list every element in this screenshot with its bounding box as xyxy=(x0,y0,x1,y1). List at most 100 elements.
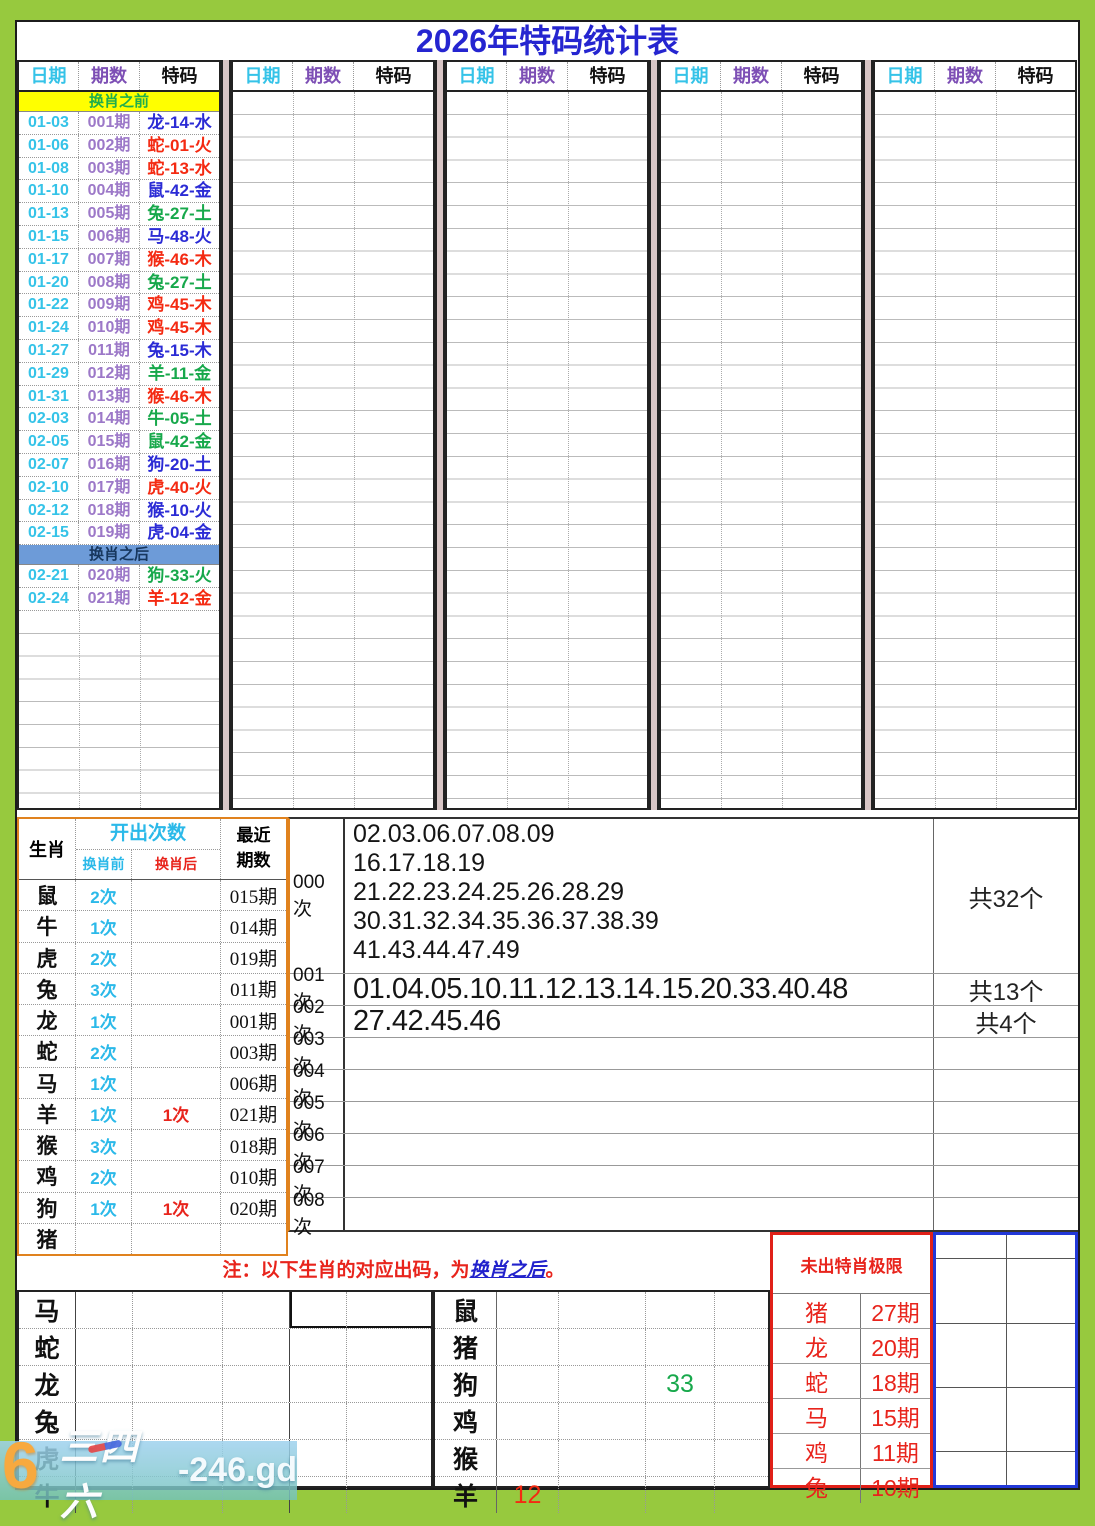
recent-period: 020期 xyxy=(221,1193,286,1223)
count-before: 1次 xyxy=(76,1005,132,1035)
code-cell: 12 xyxy=(497,1477,559,1513)
zodiac-label: 狗 xyxy=(435,1366,497,1402)
zodiac-label: 牛 xyxy=(19,911,76,941)
result-row: 01-29 012期 羊-11-金 xyxy=(19,363,219,386)
group-header: 日期 期数 特码 xyxy=(447,62,647,92)
zodiac-label: 羊 xyxy=(19,1099,76,1129)
frequency-row: 003次 xyxy=(290,1038,1078,1070)
result-code: 羊-11-金 xyxy=(140,363,219,385)
frequency-row: 007次 xyxy=(290,1166,1078,1198)
code-cell xyxy=(497,1292,559,1328)
code-cell xyxy=(559,1329,646,1365)
result-code: 兔-15-木 xyxy=(140,340,219,362)
watermark-246gd: 6 三四六 -246.gd xyxy=(0,1441,297,1500)
results-group-3: 日期 期数 特码 xyxy=(445,60,649,810)
empty-blue-grid-box xyxy=(933,1232,1078,1488)
result-date: 01-15 xyxy=(19,226,79,248)
result-period: 014期 xyxy=(79,408,140,430)
result-code: 鼠-42-金 xyxy=(140,180,219,202)
note-row: 注：以下生肖的对应出码，为换肖之后。 xyxy=(17,1256,770,1290)
code-cell xyxy=(646,1477,715,1513)
zodiac-stats-row: 狗 1次 1次 020期 xyxy=(19,1193,286,1224)
limit-periods: 20期 xyxy=(861,1329,930,1363)
result-row: 02-24 021期 羊-12-金 xyxy=(19,588,219,611)
frequency-row: 000次 02.03.06.07.08.09 16.17.18.19 21.22… xyxy=(290,819,1078,974)
result-period: 021期 xyxy=(79,588,140,610)
count-after xyxy=(132,1036,221,1066)
frequency-numbers xyxy=(345,1166,933,1197)
result-period: 002期 xyxy=(79,135,140,157)
result-period: 008期 xyxy=(79,272,140,294)
result-code: 虎-40-火 xyxy=(140,477,219,499)
zodiac-stats-header: 生肖 开出次数 换肖前 换肖后 最近 期数 xyxy=(19,819,286,880)
result-row: 01-15 006期 马-48-火 xyxy=(19,226,219,249)
col-header-period: 期数 xyxy=(293,62,354,90)
col-header-code: 特码 xyxy=(996,62,1075,90)
zodiac-stats-row: 羊 1次 1次 021期 xyxy=(19,1099,286,1130)
frequency-numbers: 01.04.05.10.11.12.13.14.15.20.33.40.48 xyxy=(345,974,933,1005)
group-separator xyxy=(435,60,445,810)
frequency-row: 004次 xyxy=(290,1070,1078,1102)
count-before: 1次 xyxy=(76,1193,132,1223)
count-before: 2次 xyxy=(76,943,132,973)
col-header-code: 特码 xyxy=(568,62,647,90)
col-header-period: 期数 xyxy=(721,62,782,90)
result-code: 狗-33-火 xyxy=(140,565,219,587)
zodiac-stats-row: 鼠 2次 015期 xyxy=(19,880,286,911)
recent-period: 001期 xyxy=(221,1005,286,1035)
count-before: 2次 xyxy=(76,1161,132,1191)
zodiac-code-row: 蛇 xyxy=(19,1329,431,1366)
results-group-1: 日期 期数 特码 换肖之前 01-03 001期 龙-14-水 01-06 00… xyxy=(17,60,221,810)
code-cell xyxy=(646,1403,715,1439)
code-cell xyxy=(223,1329,290,1365)
empty-grid-rows xyxy=(875,92,1075,808)
zodiac-label: 鼠 xyxy=(435,1292,497,1328)
count-before: 3次 xyxy=(76,1130,132,1160)
result-period: 009期 xyxy=(79,294,140,316)
col-header-date: 日期 xyxy=(19,62,79,90)
limit-row: 龙 20期 xyxy=(773,1329,930,1364)
result-row: 01-17 007期 猴-46-木 xyxy=(19,249,219,272)
stats-sheet-panel: 2026年特码统计表 日期 期数 特码 换肖之前 01-03 001期 龙-14… xyxy=(15,20,1080,1490)
code-cell xyxy=(646,1440,715,1476)
col-header-code: 特码 xyxy=(140,62,219,90)
result-row: 02-12 018期 猴-10-火 xyxy=(19,500,219,523)
result-code: 羊-12-金 xyxy=(140,588,219,610)
frequency-numbers: 02.03.06.07.08.09 16.17.18.19 21.22.23.2… xyxy=(345,819,933,973)
limit-periods: 27期 xyxy=(861,1294,930,1328)
result-period: 004期 xyxy=(79,180,140,202)
result-date: 01-13 xyxy=(19,203,79,225)
result-date: 01-03 xyxy=(19,112,79,134)
result-date: 01-24 xyxy=(19,317,79,339)
result-date: 02-05 xyxy=(19,431,79,453)
results-table: 日期 期数 特码 换肖之前 01-03 001期 龙-14-水 01-06 00… xyxy=(17,60,1078,810)
recent-period: 015期 xyxy=(221,880,286,910)
result-date: 01-31 xyxy=(19,386,79,408)
zodiac-stats-row: 蛇 2次 003期 xyxy=(19,1036,286,1067)
result-row: 02-05 015期 鼠-42-金 xyxy=(19,431,219,454)
result-row: 02-15 019期 虎-04-金 xyxy=(19,522,219,545)
result-period: 010期 xyxy=(79,317,140,339)
count-before xyxy=(76,1224,132,1254)
zodiac-stats-row: 虎 2次 019期 xyxy=(19,943,286,974)
empty-grid-rows xyxy=(233,92,433,808)
result-code: 蛇-01-火 xyxy=(140,135,219,157)
frequency-numbers xyxy=(345,1038,933,1069)
code-cell xyxy=(497,1403,559,1439)
recent-period: 014期 xyxy=(221,911,286,941)
zodiac-code-row: 狗 33 xyxy=(435,1366,768,1403)
result-code: 猴-10-火 xyxy=(140,500,219,522)
header-draw-count-group: 开出次数 换肖前 换肖后 xyxy=(76,819,221,879)
banner-before-zodiac-change: 换肖之前 xyxy=(19,92,219,112)
zodiac-stats-row: 龙 1次 001期 xyxy=(19,1005,286,1036)
zodiac-code-row: 龙 xyxy=(19,1366,431,1403)
zodiac-label: 鸡 xyxy=(435,1403,497,1439)
limit-zodiac: 猪 xyxy=(773,1294,861,1328)
group-header: 日期 期数 特码 xyxy=(661,62,861,92)
count-before: 1次 xyxy=(76,1068,132,1098)
result-code: 兔-27-土 xyxy=(140,203,219,225)
header-zodiac: 生肖 xyxy=(19,819,76,879)
results-group-2: 日期 期数 特码 xyxy=(231,60,435,810)
result-date: 01-22 xyxy=(19,294,79,316)
zodiac-label: 猪 xyxy=(19,1224,76,1254)
